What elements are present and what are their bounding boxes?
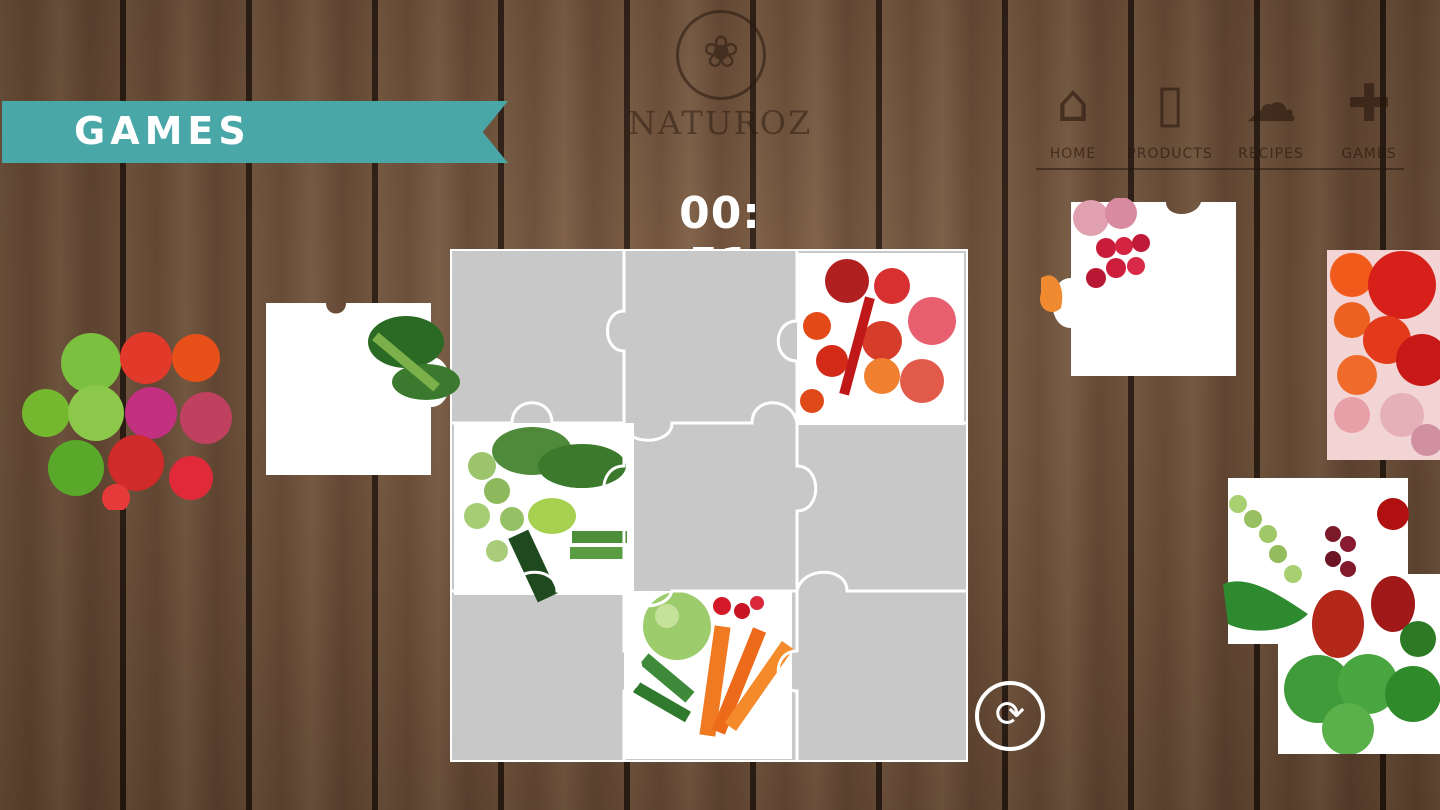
placed-piece-green-vegetables bbox=[454, 423, 634, 603]
section-title: GAMES bbox=[74, 109, 251, 153]
logo-text: NATUROZ bbox=[628, 104, 813, 142]
nav-home[interactable]: ⌂ HOME bbox=[1030, 72, 1116, 168]
refresh-icon: ⟳ bbox=[994, 694, 1026, 735]
loose-piece-peppers[interactable] bbox=[1322, 230, 1440, 460]
nav-products[interactable]: ▯ PRODUCTS bbox=[1120, 72, 1220, 168]
lotus-icon: ❀ bbox=[676, 10, 766, 100]
restart-button[interactable]: ⟳ bbox=[975, 681, 1045, 751]
puzzle-board[interactable] bbox=[450, 249, 968, 762]
games-ribbon: GAMES bbox=[2, 101, 508, 163]
jar-icon: ▯ bbox=[1155, 74, 1185, 134]
house-icon: ⌂ bbox=[1056, 74, 1090, 134]
loose-piece-radishes[interactable] bbox=[1036, 198, 1236, 378]
nav-home-label: HOME bbox=[1049, 146, 1097, 162]
puzzle-board-graphic bbox=[452, 251, 966, 760]
puzzle-icon: ✚ bbox=[1347, 74, 1391, 134]
nav-games[interactable]: ✚ GAMES bbox=[1330, 72, 1408, 168]
placed-piece-red-vegetables bbox=[797, 253, 964, 425]
loose-piece-greens[interactable] bbox=[266, 297, 468, 475]
loose-piece-apples[interactable] bbox=[16, 318, 248, 510]
loose-piece-grapes-broccoli[interactable] bbox=[1218, 474, 1440, 754]
nav-games-label: GAMES bbox=[1341, 146, 1397, 162]
main-nav: ⌂ HOME ▯ PRODUCTS ☁ RECIPES ✚ GAMES bbox=[1030, 72, 1408, 174]
placed-piece-carrots bbox=[624, 591, 794, 759]
nav-underline bbox=[1036, 168, 1404, 170]
chef-hat-icon: ☁ bbox=[1245, 74, 1297, 134]
nav-recipes-label: RECIPES bbox=[1238, 146, 1304, 162]
naturoz-logo[interactable]: ❀ NATUROZ bbox=[628, 10, 813, 142]
nav-recipes[interactable]: ☁ RECIPES bbox=[1230, 72, 1312, 168]
nav-products-label: PRODUCTS bbox=[1127, 146, 1213, 162]
